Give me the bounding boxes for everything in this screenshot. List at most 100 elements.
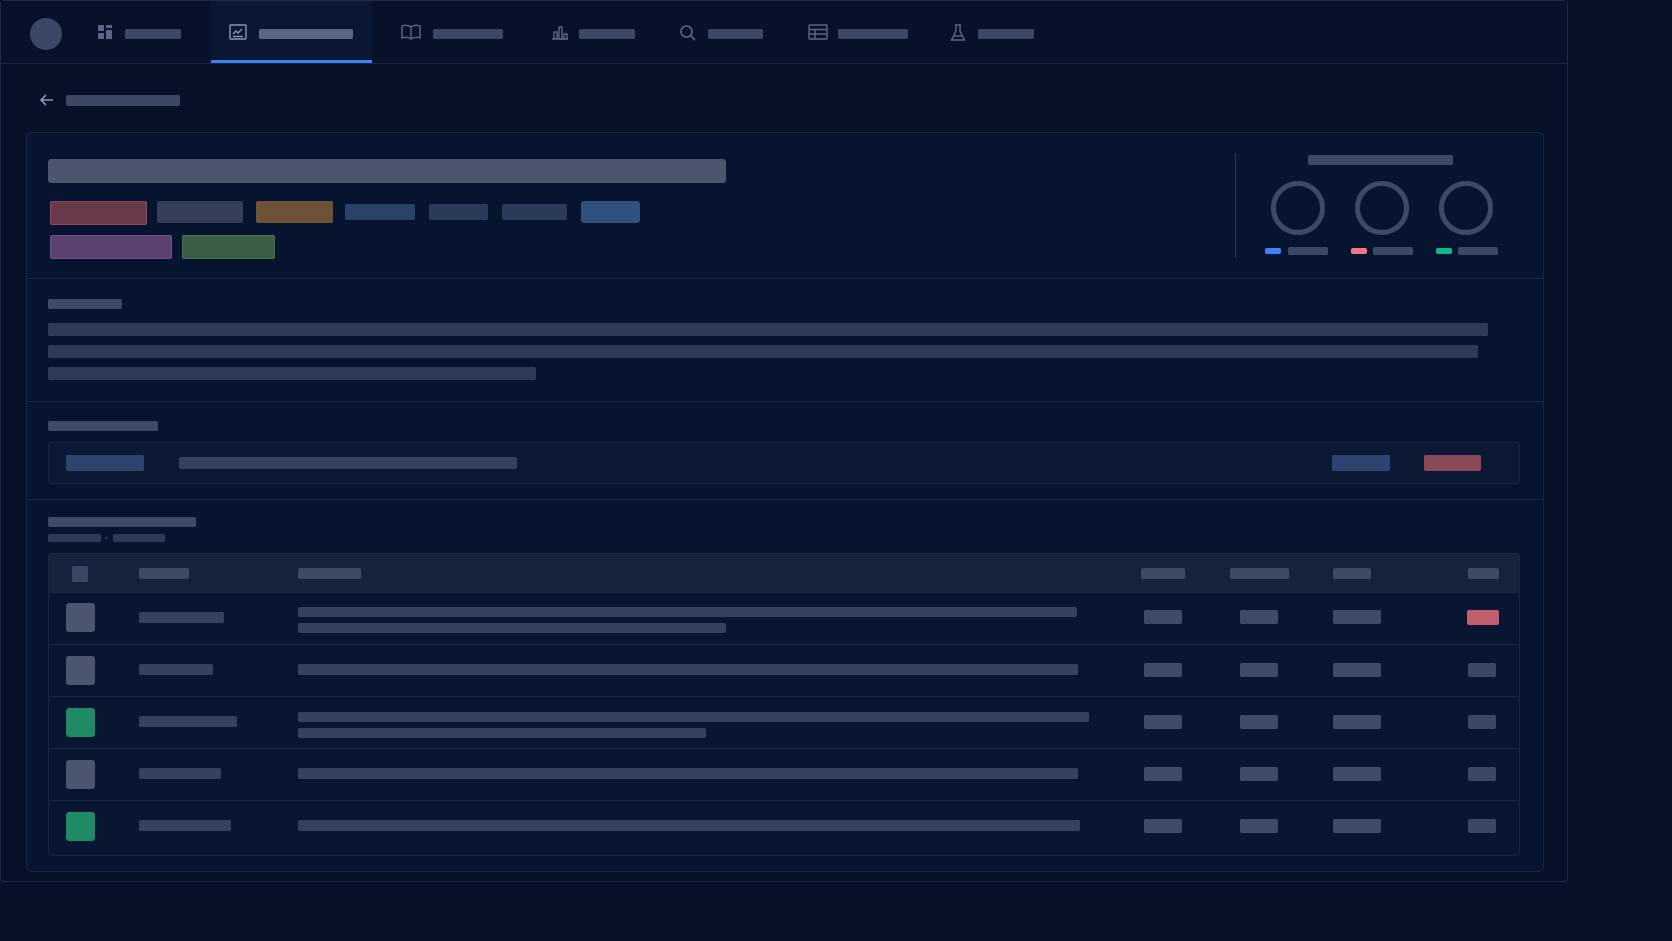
tab-label (259, 29, 353, 39)
row-cell (1144, 767, 1182, 781)
view-button[interactable] (1332, 455, 1390, 471)
search-icon (680, 25, 696, 41)
tab-search[interactable] (669, 1, 779, 63)
column-header[interactable] (139, 568, 189, 579)
tag-badge[interactable] (345, 204, 415, 220)
tag-badge[interactable] (429, 204, 488, 220)
legend-swatch (1265, 248, 1281, 254)
row-description (298, 820, 1080, 831)
app-window (0, 0, 1568, 882)
book-icon (401, 24, 421, 40)
legend-label (1288, 247, 1328, 255)
tab-library[interactable] (391, 1, 516, 63)
section-heading (48, 299, 122, 309)
row-status-icon (66, 812, 95, 841)
row-cell (1144, 610, 1182, 624)
row-flag[interactable] (1468, 715, 1496, 729)
arrow-left-icon[interactable] (39, 92, 55, 108)
row-id (139, 820, 231, 831)
row-id (139, 716, 237, 727)
row-description (298, 607, 1077, 617)
tag-badge[interactable] (256, 201, 333, 223)
table-row[interactable] (49, 800, 1519, 853)
tab-reports[interactable] (211, 1, 372, 63)
section-subheading (48, 534, 101, 542)
avatar[interactable] (30, 18, 62, 50)
select-all-checkbox[interactable] (72, 566, 88, 582)
column-header[interactable] (1468, 568, 1499, 579)
linked-item-badge (66, 455, 144, 471)
row-cell (1144, 663, 1182, 677)
row-cell (1333, 767, 1381, 781)
page-title (48, 159, 726, 183)
section-heading (48, 517, 196, 527)
row-flag[interactable] (1468, 819, 1496, 833)
row-cell (1240, 610, 1278, 624)
section-subheading (113, 534, 165, 542)
tab-label (125, 29, 181, 39)
table-icon (808, 24, 828, 40)
tab-label (838, 29, 908, 39)
column-header[interactable] (1141, 568, 1185, 579)
row-flag[interactable] (1468, 767, 1496, 781)
tab-label (433, 29, 503, 39)
row-description (298, 712, 1089, 722)
row-description (298, 623, 726, 633)
report-icon (229, 24, 247, 40)
progress-ring (1355, 181, 1409, 235)
legend-label (1373, 247, 1413, 255)
row-status-icon (66, 656, 95, 685)
tab-label (579, 29, 635, 39)
tag-badge[interactable] (182, 235, 275, 259)
linked-item-text (179, 457, 517, 469)
breadcrumb-link[interactable] (66, 95, 180, 106)
top-nav (1, 1, 1567, 64)
tag-badge[interactable] (50, 201, 147, 225)
row-cell (1240, 767, 1278, 781)
row-id (139, 612, 224, 623)
section-heading (48, 421, 158, 431)
row-description (298, 664, 1078, 675)
column-header[interactable] (1230, 568, 1289, 579)
legend-swatch (1351, 248, 1367, 254)
table-header (49, 554, 1519, 592)
text-line (48, 323, 1488, 336)
column-header[interactable] (1333, 568, 1371, 579)
row-id (139, 664, 213, 675)
remove-button[interactable] (1424, 455, 1481, 471)
tag-badge[interactable] (581, 201, 640, 223)
linked-item-row[interactable] (48, 442, 1520, 484)
tab-dashboard[interactable] (85, 1, 195, 63)
text-line (48, 367, 536, 380)
column-header[interactable] (298, 568, 361, 579)
row-cell (1240, 663, 1278, 677)
tab-experiments[interactable] (941, 1, 1051, 63)
row-flag[interactable] (1467, 610, 1499, 625)
tag-badge[interactable] (502, 204, 567, 220)
table-row[interactable] (49, 592, 1519, 645)
row-description (298, 768, 1078, 779)
row-description (298, 728, 706, 738)
table-row[interactable] (49, 748, 1519, 801)
tag-badge[interactable] (157, 201, 243, 223)
section-divider (27, 401, 1543, 402)
tab-tables[interactable] (798, 1, 923, 63)
row-cell (1240, 819, 1278, 833)
detail-panel (26, 132, 1544, 872)
table-row[interactable] (49, 696, 1519, 749)
data-table (48, 553, 1520, 856)
row-cell (1333, 819, 1381, 833)
section-divider (27, 499, 1543, 500)
progress-ring (1271, 181, 1325, 235)
tab-label (978, 29, 1034, 39)
flask-icon (950, 24, 966, 41)
stats-title (1308, 155, 1453, 165)
tag-badge[interactable] (50, 235, 172, 259)
row-cell (1144, 819, 1182, 833)
row-flag[interactable] (1468, 663, 1496, 677)
legend-swatch (1436, 248, 1452, 254)
text-line (48, 345, 1478, 358)
tab-analytics[interactable] (541, 1, 651, 63)
bar-chart-icon (552, 26, 568, 40)
table-row[interactable] (49, 644, 1519, 697)
